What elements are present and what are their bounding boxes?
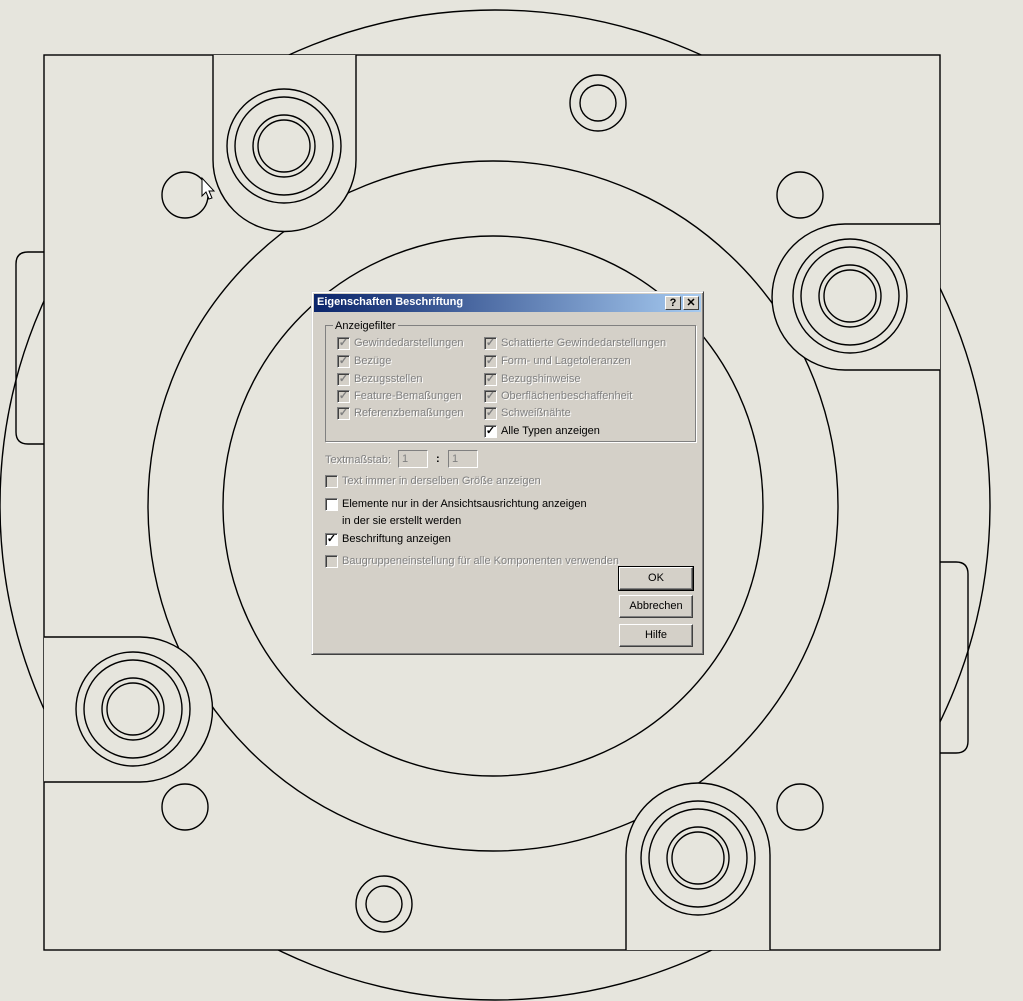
checkbox[interactable] bbox=[325, 555, 338, 568]
text-scale-label: Textmaßstab: bbox=[325, 454, 392, 466]
checkbox[interactable]: ✓ bbox=[484, 337, 497, 350]
checkbox[interactable]: ✓ bbox=[337, 373, 350, 386]
ok-button[interactable]: OK bbox=[618, 566, 694, 591]
help-button[interactable]: Hilfe bbox=[619, 624, 693, 647]
checkbox[interactable]: ✓ bbox=[484, 390, 497, 403]
checkbox[interactable]: ✓ bbox=[484, 373, 497, 386]
text-scale-denominator-input[interactable]: 1 bbox=[448, 450, 478, 468]
text-scale-numerator-input[interactable]: 1 bbox=[398, 450, 428, 468]
dialog-titlebar[interactable]: Eigenschaften Beschriftung ? ✕ bbox=[314, 294, 701, 312]
boss-bottom-left bbox=[44, 636, 214, 783]
close-icon[interactable]: ✕ bbox=[683, 296, 699, 310]
boss-right bbox=[771, 223, 940, 371]
text-scale-separator: : bbox=[436, 453, 440, 465]
left-side-tab bbox=[15, 251, 44, 445]
annotation-properties-dialog: Eigenschaften Beschriftung ? ✕ Anzeigefi… bbox=[311, 291, 704, 655]
checkbox[interactable] bbox=[325, 475, 338, 488]
cancel-button[interactable]: Abbrechen bbox=[619, 595, 693, 618]
display-filter-label: Anzeigefilter bbox=[333, 320, 398, 332]
right-side-tab bbox=[940, 561, 969, 754]
checkbox[interactable]: ✓ bbox=[325, 533, 338, 546]
boss-bottom-right bbox=[625, 782, 771, 950]
checkbox[interactable]: ✓ bbox=[484, 425, 497, 438]
checkbox[interactable]: ✓ bbox=[337, 390, 350, 403]
checkbox[interactable]: ✓ bbox=[484, 407, 497, 420]
checkbox[interactable]: ✓ bbox=[337, 355, 350, 368]
checkbox[interactable]: ✓ bbox=[484, 355, 497, 368]
checkbox[interactable]: ✓ bbox=[337, 337, 350, 350]
checkbox[interactable] bbox=[325, 498, 338, 511]
checkbox[interactable]: ✓ bbox=[337, 407, 350, 420]
help-question-icon[interactable]: ? bbox=[665, 296, 681, 310]
dialog-title: Eigenschaften Beschriftung bbox=[317, 296, 464, 308]
